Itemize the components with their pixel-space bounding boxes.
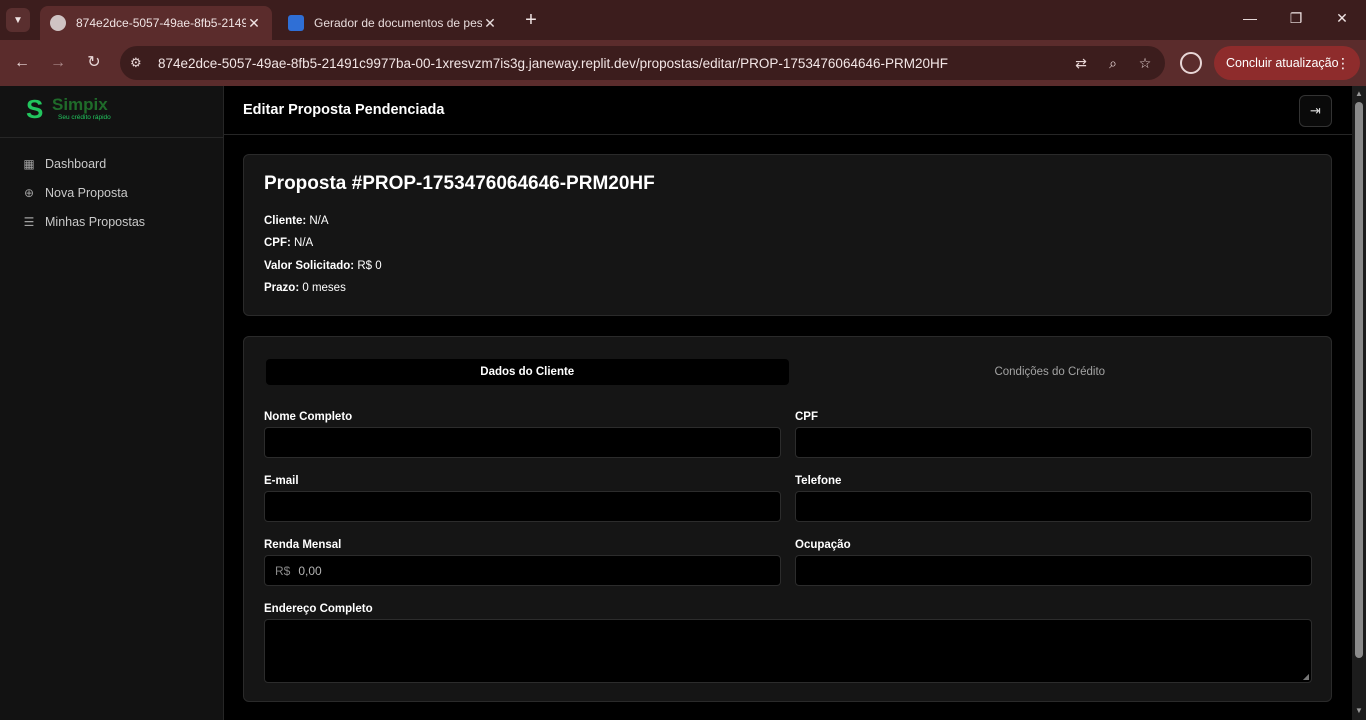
address-bar[interactable]: ⚙ 874e2dce-5057-49ae-8fb5-21491c9977ba-0… — [120, 46, 1165, 80]
cpf-label: CPF — [795, 411, 818, 423]
edit-form-card: Dados do Cliente Condições do Crédito No… — [243, 336, 1332, 702]
zoom-icon[interactable]: ⌕ — [1101, 55, 1125, 72]
valor-info: Valor Solicitado: R$ 0 — [264, 260, 382, 272]
scroll-down-icon[interactable]: ▼ — [1355, 706, 1363, 715]
prazo-label: Prazo: — [264, 282, 300, 294]
endereco-label: Endereço Completo — [264, 603, 373, 615]
tab-title: Gerador de documentos de pes — [314, 16, 482, 30]
proposal-title: Proposta #PROP-1753476064646-PRM20HF — [264, 173, 655, 194]
valor-value: R$ 0 — [357, 260, 382, 272]
sidebar-item-dashboard[interactable]: ▦ Dashboard — [22, 154, 106, 174]
minimize-icon[interactable]: — — [1238, 10, 1262, 26]
site-settings-icon[interactable]: ⚙ — [130, 55, 148, 71]
scrollbar-thumb[interactable] — [1355, 102, 1363, 658]
tab-search-button[interactable]: ▼ — [6, 8, 30, 32]
sidebar-item-nova-proposta[interactable]: ⊕ Nova Proposta — [22, 183, 128, 203]
nome-label: Nome Completo — [264, 411, 353, 423]
site-favicon-icon — [288, 15, 304, 31]
close-window-icon[interactable]: ✕ — [1330, 10, 1354, 27]
proposal-summary-card: Proposta #PROP-1753476064646-PRM20HF Cli… — [243, 154, 1332, 316]
translate-icon[interactable]: ⇄ — [1069, 55, 1093, 72]
cpf-label: CPF: — [264, 237, 291, 249]
scrollbar[interactable]: ▲ ▼ — [1352, 86, 1366, 720]
grid-icon: ▦ — [23, 157, 35, 171]
prazo-info: Prazo: 0 meses — [264, 282, 346, 294]
more-menu-icon[interactable]: ⋮ — [1336, 55, 1350, 72]
sidebar: S Simpix Seu crédito rápido ▦ Dashboard … — [0, 86, 224, 720]
telefone-label: Telefone — [795, 475, 842, 487]
browser-tab-inactive[interactable]: Gerador de documentos de pes ✕ — [278, 6, 508, 40]
renda-placeholder: 0,00 — [298, 563, 322, 578]
close-tab-icon[interactable]: ✕ — [482, 15, 498, 32]
chevron-down-icon: ▼ — [13, 14, 23, 26]
nome-input[interactable] — [264, 427, 781, 458]
sidebar-item-label: Minhas Propostas — [45, 215, 146, 229]
tab-title: 874e2dce-5057-49ae-8fb5-2149 — [76, 16, 246, 30]
browser-tab-active[interactable]: 874e2dce-5057-49ae-8fb5-2149 ✕ — [40, 6, 272, 40]
app: S Simpix Seu crédito rápido ▦ Dashboard … — [0, 86, 1366, 720]
back-icon[interactable]: ← — [11, 52, 33, 74]
logout-icon: ⇥ — [1310, 103, 1321, 118]
update-label: Concluir atualização — [1226, 56, 1339, 70]
endereco-textarea[interactable]: ◢ — [264, 619, 1312, 683]
cpf-input[interactable] — [795, 427, 1312, 458]
cpf-value: N/A — [294, 237, 314, 249]
cpf-info: CPF: N/A — [264, 237, 313, 249]
profile-icon[interactable] — [1180, 52, 1202, 74]
update-button[interactable]: Concluir atualização ⋮ — [1214, 46, 1360, 80]
form-tabs: Dados do Cliente Condições do Crédito — [266, 359, 1311, 387]
list-icon: ☰ — [23, 215, 35, 229]
cliente-value: N/A — [309, 215, 329, 227]
currency-prefix: R$ — [275, 563, 291, 578]
restore-icon[interactable]: ❐ — [1284, 10, 1308, 27]
email-input[interactable] — [264, 491, 781, 522]
prazo-value: 0 meses — [302, 282, 346, 294]
bookmark-star-icon[interactable]: ☆ — [1133, 55, 1157, 72]
renda-input[interactable]: R$ 0,00 — [264, 555, 781, 586]
valor-label: Valor Solicitado: — [264, 260, 355, 272]
browser-toolbar: ← → ↻ ⚙ 874e2dce-5057-49ae-8fb5-21491c99… — [0, 40, 1366, 86]
reload-icon[interactable]: ↻ — [83, 52, 105, 74]
sidebar-item-minhas-propostas[interactable]: ☰ Minhas Propostas — [22, 212, 145, 232]
url-text[interactable]: 874e2dce-5057-49ae-8fb5-21491c9977ba-00-… — [158, 56, 1069, 71]
close-tab-icon[interactable]: ✕ — [246, 15, 262, 32]
globe-icon — [50, 15, 66, 31]
sidebar-item-label: Dashboard — [45, 157, 107, 171]
ocupacao-input[interactable] — [795, 555, 1312, 586]
logout-button[interactable]: ⇥ — [1299, 95, 1332, 127]
logo-tagline: Seu crédito rápido — [58, 114, 111, 121]
scroll-up-icon[interactable]: ▲ — [1355, 89, 1363, 98]
resize-handle-icon[interactable]: ◢ — [1303, 672, 1309, 681]
logo-name: Simpix — [52, 95, 108, 114]
cliente-label: Cliente: — [264, 215, 307, 227]
cliente-info: Cliente: N/A — [264, 215, 329, 227]
telefone-input[interactable] — [795, 491, 1312, 522]
plus-circle-icon: ⊕ — [23, 186, 35, 200]
forward-icon[interactable]: → — [47, 52, 69, 74]
page-title: Editar Proposta Pendenciada — [243, 102, 445, 118]
email-label: E-mail — [264, 475, 299, 487]
sidebar-divider — [0, 137, 224, 138]
new-tab-button[interactable]: + — [520, 9, 542, 31]
sidebar-item-label: Nova Proposta — [45, 186, 128, 200]
logo[interactable]: S Simpix Seu crédito rápido — [26, 94, 111, 124]
tab-dados-cliente[interactable]: Dados do Cliente — [266, 359, 789, 385]
tab-condicoes-credito[interactable]: Condições do Crédito — [789, 359, 1312, 385]
ocupacao-label: Ocupação — [795, 539, 851, 551]
page-header: Editar Proposta Pendenciada ⇥ — [224, 86, 1352, 135]
browser-tabstrip: ▼ 874e2dce-5057-49ae-8fb5-2149 ✕ Gerador… — [0, 0, 1366, 40]
renda-label: Renda Mensal — [264, 539, 342, 551]
logo-mark-icon: S — [26, 94, 44, 124]
